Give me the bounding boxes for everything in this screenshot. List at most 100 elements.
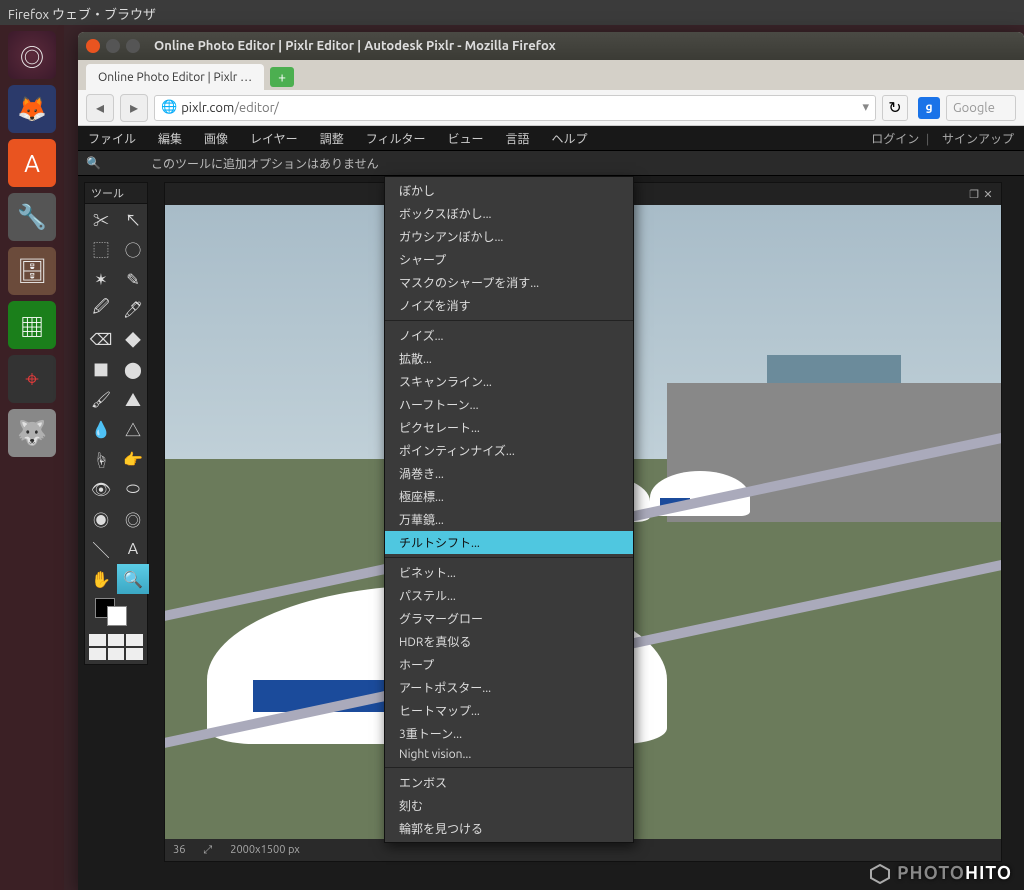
filter-menu-item[interactable]: ボックスぼかし... xyxy=(385,202,633,225)
launcher-gimp-icon[interactable]: 🐺 xyxy=(8,409,56,457)
tool-item[interactable]: 🖊 xyxy=(117,294,149,324)
tool-item[interactable]: ✂ xyxy=(85,204,117,234)
zoom-value: 36 xyxy=(173,844,185,856)
launcher-software-icon[interactable]: A xyxy=(8,139,56,187)
tool-item[interactable]: ■ xyxy=(85,354,117,384)
filter-menu-item[interactable]: 刻む xyxy=(385,794,633,817)
tool-item[interactable]: ◉ xyxy=(85,504,117,534)
launcher-calc-icon[interactable]: ▦ xyxy=(8,301,56,349)
unity-launcher: ◎ 🦊 A 🔧 🗄 ▦ ⌖ 🐺 xyxy=(0,25,64,890)
menu-image[interactable]: 画像 xyxy=(204,130,228,147)
tool-item[interactable]: ↖ xyxy=(117,204,149,234)
filter-menu-item[interactable]: チルトシフト... xyxy=(385,531,633,554)
window-titlebar: Online Photo Editor | Pixlr Editor | Aut… xyxy=(78,32,1024,60)
filter-menu-item[interactable]: ハーフトーン... xyxy=(385,393,633,416)
filter-menu-item[interactable]: 万華鏡... xyxy=(385,508,633,531)
signup-link[interactable]: サインアップ xyxy=(942,133,1014,146)
tool-item[interactable]: 👉 xyxy=(117,444,149,474)
tool-item[interactable]: 🖌 xyxy=(85,384,117,414)
menu-edit[interactable]: 編集 xyxy=(158,130,182,147)
menu-file[interactable]: ファイル xyxy=(88,130,136,147)
filter-menu-item[interactable]: ポインティンナイズ... xyxy=(385,439,633,462)
launcher-files-icon[interactable]: 🗄 xyxy=(8,247,56,295)
canvas-size: 2000x1500 px xyxy=(230,844,300,856)
tool-item[interactable]: ⬭ xyxy=(117,474,149,504)
back-button[interactable]: ◂ xyxy=(86,94,114,122)
menu-adjust[interactable]: 調整 xyxy=(320,130,344,147)
window-close-button[interactable] xyxy=(86,39,100,53)
tool-item[interactable]: 🔍 xyxy=(117,564,149,594)
tool-item[interactable]: ☝ xyxy=(85,444,117,474)
menu-language[interactable]: 言語 xyxy=(505,130,529,147)
filter-menu-item[interactable]: エンボス xyxy=(385,771,633,794)
launcher-dash-icon[interactable]: ◎ xyxy=(8,31,56,79)
tools-panel-title: ツール xyxy=(85,183,147,204)
filter-menu-item[interactable]: グラマーグロー xyxy=(385,607,633,630)
tool-item[interactable]: ⌫ xyxy=(85,324,117,354)
menu-layer[interactable]: レイヤー xyxy=(250,130,298,147)
pixlr-menubar: ファイル 編集 画像 レイヤー 調整 フィルター ビュー 言語 ヘルプ ログイン… xyxy=(78,126,1024,150)
filter-menu-item[interactable]: マスクのシャープを消す... xyxy=(385,271,633,294)
filter-menu-item[interactable]: パステル... xyxy=(385,584,633,607)
login-link[interactable]: ログイン xyxy=(871,133,919,146)
launcher-settings-icon[interactable]: 🔧 xyxy=(8,193,56,241)
tool-item[interactable]: 💧 xyxy=(85,414,117,444)
dropdown-icon[interactable]: ▾ xyxy=(862,100,869,115)
filter-menu-item[interactable]: スキャンライン... xyxy=(385,370,633,393)
browser-tab[interactable]: Online Photo Editor | Pixlr … xyxy=(86,64,264,90)
filter-menu-item[interactable]: ノイズを消す xyxy=(385,294,633,317)
tool-item[interactable]: ╲ xyxy=(85,534,117,564)
filter-menu-item[interactable]: 渦巻き... xyxy=(385,462,633,485)
background-color[interactable] xyxy=(107,606,127,626)
filter-menu-item[interactable]: Night vision... xyxy=(385,745,633,764)
forward-button[interactable]: ▸ xyxy=(120,94,148,122)
menu-filter[interactable]: フィルター xyxy=(366,130,426,147)
zoom-icon[interactable]: ⤢ xyxy=(203,844,212,857)
tool-item[interactable]: ✎ xyxy=(117,264,149,294)
filter-menu-item[interactable]: シャープ xyxy=(385,248,633,271)
color-swatch[interactable] xyxy=(85,594,147,630)
tool-item[interactable]: ✶ xyxy=(85,264,117,294)
tool-item[interactable]: 🖉 xyxy=(85,294,117,324)
filter-menu-item[interactable]: ぼかし xyxy=(385,179,633,202)
filter-menu-item[interactable]: 輪郭を見つける xyxy=(385,817,633,840)
reload-button[interactable]: ↻ xyxy=(882,95,908,121)
tool-item[interactable]: ⬤ xyxy=(117,354,149,384)
filter-menu-item[interactable]: HDRを真似る xyxy=(385,630,633,653)
filter-menu-item[interactable]: 拡散... xyxy=(385,347,633,370)
filter-menu-item[interactable]: ビネット... xyxy=(385,561,633,584)
menu-help[interactable]: ヘルプ xyxy=(552,130,588,147)
canvas-close-icon[interactable]: ✕ xyxy=(981,188,995,201)
filter-menu-item[interactable]: ガウシアンぼかし... xyxy=(385,225,633,248)
tool-item[interactable]: A xyxy=(117,534,149,564)
desktop-title-text: Firefox ウェブ・ブラウザ xyxy=(8,8,156,22)
canvas-restore-icon[interactable]: ❐ xyxy=(967,188,981,201)
new-tab-button[interactable]: + xyxy=(270,67,294,87)
filter-menu-item[interactable]: ヒートマップ... xyxy=(385,699,633,722)
desktop-titlebar: Firefox ウェブ・ブラウザ xyxy=(0,0,1024,25)
tool-item[interactable]: ◆ xyxy=(117,324,149,354)
launcher-firefox-icon[interactable]: 🦊 xyxy=(8,85,56,133)
tool-item[interactable]: ⬚ xyxy=(85,234,117,264)
firefox-window: Online Photo Editor | Pixlr Editor | Aut… xyxy=(78,32,1024,890)
watermark-a: PHOTO xyxy=(897,863,965,883)
search-box[interactable]: Google xyxy=(946,95,1016,121)
filter-menu-item[interactable]: ホープ xyxy=(385,653,633,676)
filter-menu-item[interactable]: 3重トーン... xyxy=(385,722,633,745)
menu-view[interactable]: ビュー xyxy=(447,130,483,147)
tool-item[interactable]: 👁 xyxy=(85,474,117,504)
google-search-icon[interactable]: g xyxy=(918,97,940,119)
window-minimize-button[interactable] xyxy=(106,39,120,53)
launcher-target-icon[interactable]: ⌖ xyxy=(8,355,56,403)
tool-item[interactable]: ◎ xyxy=(117,504,149,534)
tool-item[interactable]: ◯ xyxy=(117,234,149,264)
url-bar[interactable]: 🌐 pixlr.com/editor/ ▾ xyxy=(154,95,876,121)
filter-menu-item[interactable]: ピクセレート... xyxy=(385,416,633,439)
tool-item[interactable]: ✋ xyxy=(85,564,117,594)
window-maximize-button[interactable] xyxy=(126,39,140,53)
filter-menu-item[interactable]: ノイズ... xyxy=(385,324,633,347)
tool-item[interactable]: ▲ xyxy=(117,384,149,414)
filter-menu-item[interactable]: アートポスター... xyxy=(385,676,633,699)
tool-item[interactable]: △ xyxy=(117,414,149,444)
filter-menu-item[interactable]: 極座標... xyxy=(385,485,633,508)
